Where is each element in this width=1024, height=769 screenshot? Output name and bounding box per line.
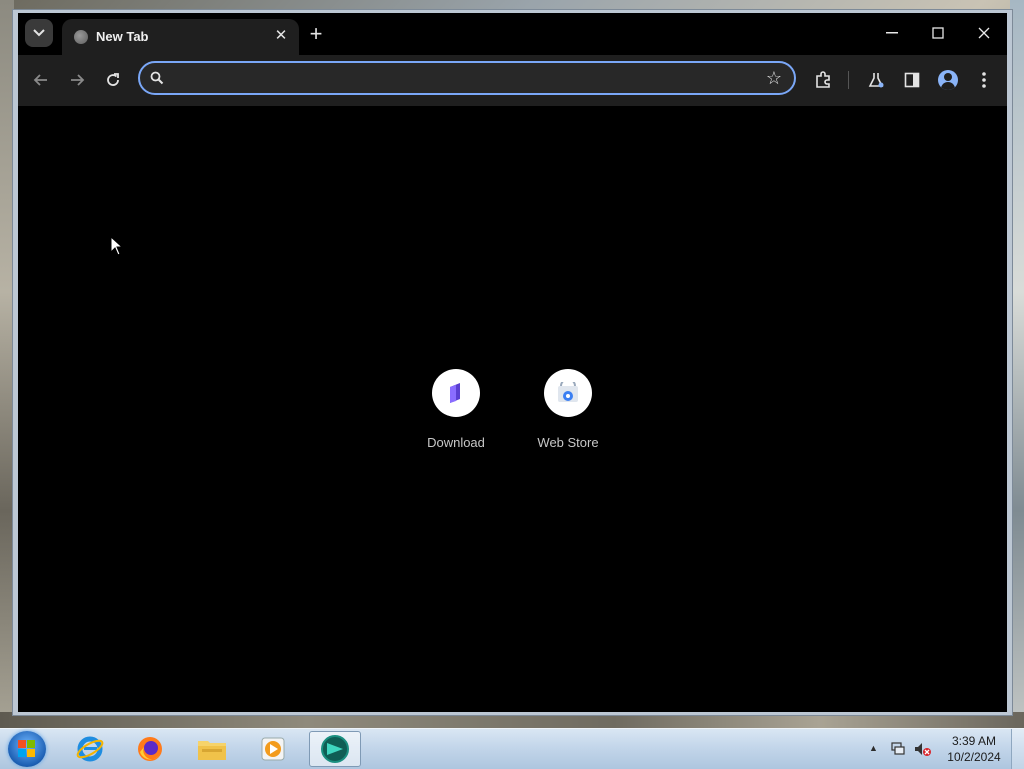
avatar-icon: [938, 70, 958, 90]
bookmark-star-icon[interactable]: ☆: [766, 68, 782, 89]
forward-button[interactable]: [63, 66, 91, 94]
clock-date: 10/2/2024: [947, 750, 1001, 764]
side-panel-button[interactable]: [899, 67, 925, 93]
tab-title: New Tab: [96, 29, 149, 44]
puzzle-icon: [816, 71, 830, 88]
search-icon: [150, 71, 164, 85]
volume-muted-icon[interactable]: [914, 741, 932, 757]
clock-time: 3:39 AM: [951, 734, 997, 748]
download-app-icon: [432, 369, 480, 417]
reload-button[interactable]: [99, 66, 127, 94]
firefox-icon[interactable]: [124, 731, 176, 767]
toolbar-divider: [848, 71, 849, 89]
chevron-down-icon: [33, 29, 45, 37]
minimize-icon: [886, 32, 898, 34]
browser-app-icon[interactable]: [309, 731, 361, 767]
arrow-right-icon: [71, 74, 85, 86]
tab-strip: New Tab ✕ +: [18, 13, 1007, 55]
show-desktop-button[interactable]: [1011, 729, 1024, 769]
internet-explorer-icon[interactable]: [64, 731, 116, 767]
browser-chrome: New Tab ✕ + ☆: [18, 13, 1007, 106]
labs-button[interactable]: [863, 67, 889, 93]
arrow-left-icon: [33, 74, 47, 86]
system-clock[interactable]: 3:39 AM 10/2/2024: [942, 733, 1006, 765]
side-panel-icon: [904, 72, 920, 88]
file-explorer-icon[interactable]: [186, 731, 238, 767]
back-button[interactable]: [27, 66, 55, 94]
extensions-button[interactable]: [810, 67, 836, 93]
browser-window: New Tab ✕ + ☆ Download Web Store: [12, 9, 1013, 716]
tab-search-button[interactable]: [25, 19, 53, 47]
globe-icon: [74, 30, 88, 44]
web-store-icon: [544, 369, 592, 417]
network-icon[interactable]: [890, 741, 906, 757]
close-icon: [978, 27, 990, 39]
shortcut-download[interactable]: Download: [400, 369, 512, 450]
close-window-button[interactable]: [961, 18, 1007, 48]
address-bar[interactable]: ☆: [138, 61, 796, 95]
start-button[interactable]: [8, 731, 46, 767]
address-input[interactable]: [174, 68, 758, 90]
minimize-button[interactable]: [869, 18, 915, 48]
tab-new-tab[interactable]: New Tab ✕: [62, 19, 299, 55]
shortcut-label: Download: [427, 435, 485, 450]
new-tab-page: Download Web Store: [18, 106, 1007, 712]
browser-toolbar: ☆: [18, 55, 1007, 106]
maximize-icon: [932, 27, 944, 39]
windows-logo-icon: [18, 740, 36, 758]
menu-button[interactable]: [971, 67, 997, 93]
more-vertical-icon: [982, 72, 986, 88]
mouse-cursor-icon: [110, 236, 124, 256]
show-hidden-icons[interactable]: ▲: [869, 743, 878, 753]
media-player-icon[interactable]: [247, 731, 299, 767]
maximize-button[interactable]: [915, 18, 961, 48]
taskbar: ▲ 3:39 AM 10/2/2024: [0, 728, 1024, 769]
shortcut-web-store[interactable]: Web Store: [512, 369, 624, 450]
close-tab-icon[interactable]: ✕: [271, 26, 291, 46]
flask-icon: [868, 73, 884, 88]
profile-button[interactable]: [935, 67, 961, 93]
shortcut-label: Web Store: [537, 435, 599, 450]
reload-icon: [107, 73, 119, 86]
new-tab-button[interactable]: +: [304, 22, 328, 46]
